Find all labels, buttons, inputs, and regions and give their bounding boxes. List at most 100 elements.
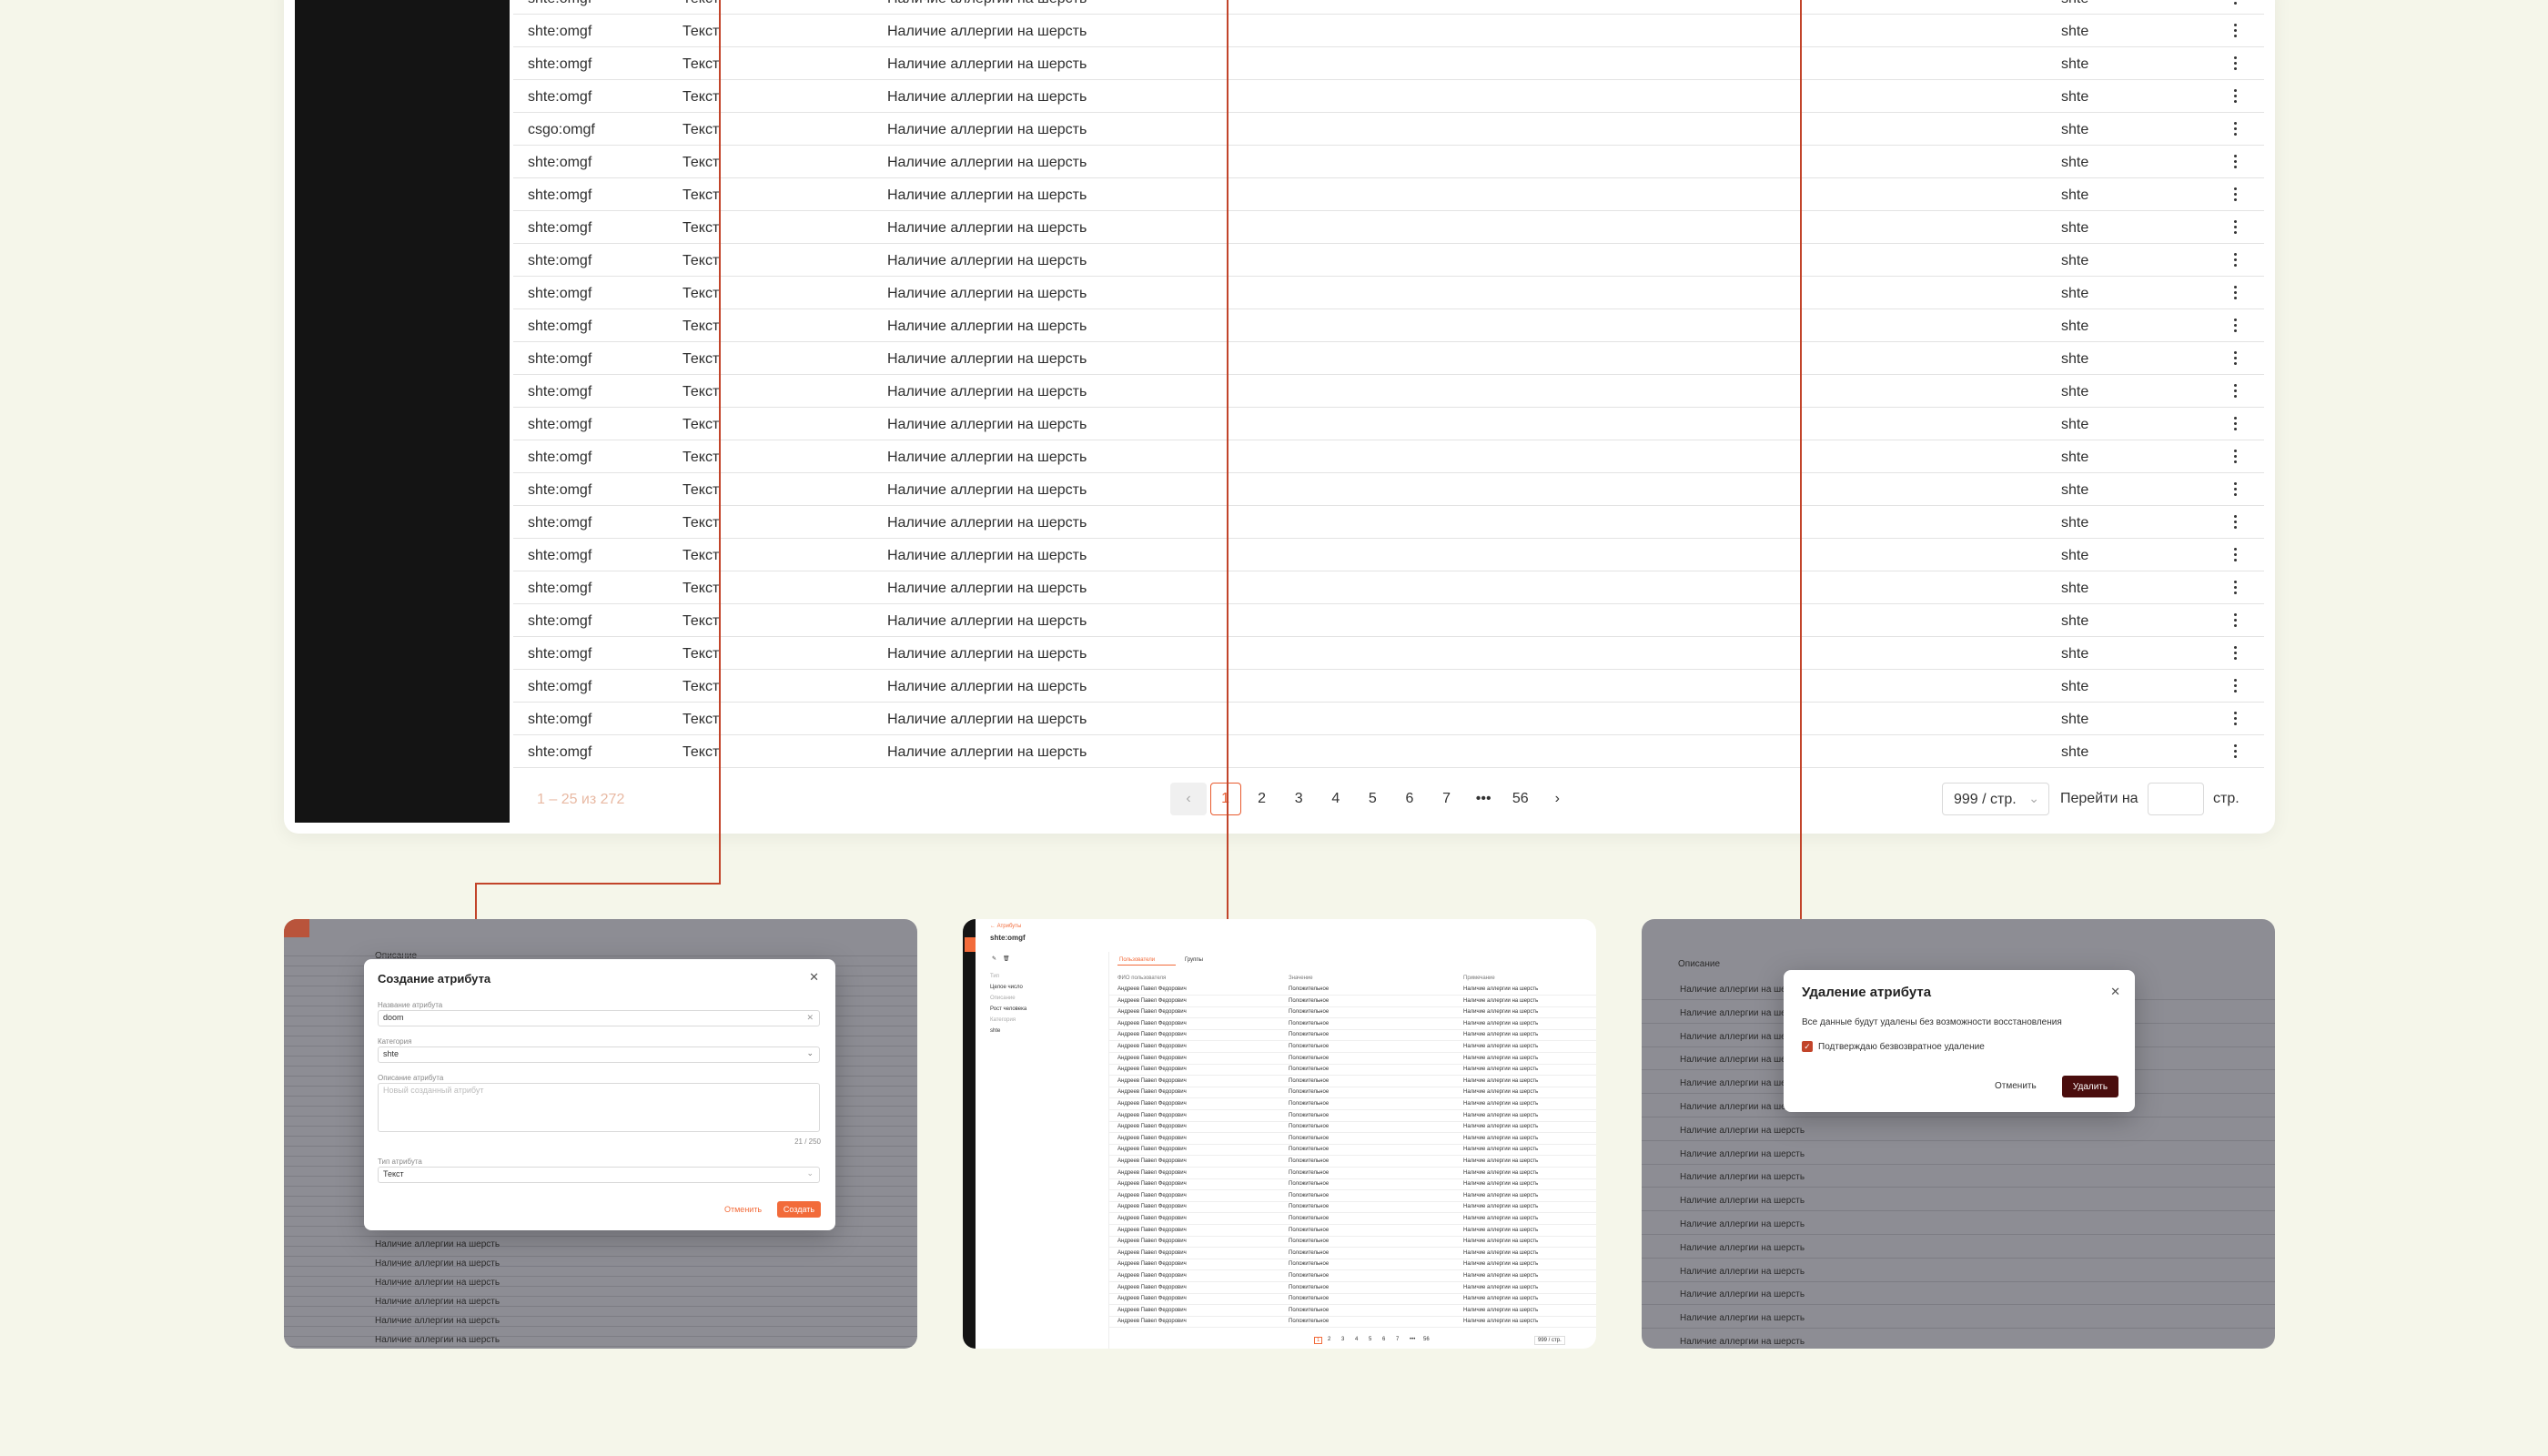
name-input[interactable]: doom ✕ (378, 1010, 820, 1026)
page-item[interactable]: 3 (1280, 783, 1317, 815)
table-row[interactable]: shte:omgf Текст Наличие аллергии на шерсть… (513, 473, 2264, 506)
page-item[interactable]: 56 (1502, 783, 1539, 815)
mini-page-item[interactable]: 5 (1369, 1337, 1371, 1342)
tab-users[interactable]: Пользователи (1119, 957, 1155, 963)
more-vertical-icon[interactable] (2226, 641, 2244, 664)
table-row[interactable]: shte:omgf Текст Наличие аллергии на шерсть… (513, 408, 2264, 440)
more-vertical-icon[interactable] (2226, 542, 2244, 566)
name-value: doom (383, 1013, 404, 1022)
more-vertical-icon[interactable] (2226, 673, 2244, 697)
more-vertical-icon[interactable] (2226, 0, 2244, 9)
more-vertical-icon[interactable] (2226, 510, 2244, 533)
row-name: Андреев Павел Федорович (1117, 1296, 1187, 1302)
row-note: Наличие аллергии на шерсть (1463, 1055, 1539, 1061)
mini-page-item[interactable]: 6 (1382, 1337, 1385, 1342)
cell-type: Текст (682, 318, 720, 334)
mini-page-item[interactable]: 3 (1341, 1337, 1344, 1342)
table-row[interactable]: shte:omgf Текст Наличие аллергии на шерсть… (513, 735, 2264, 768)
cell-code: shte:omgf (528, 712, 592, 727)
category-select[interactable]: shte ⌄ (378, 1046, 820, 1063)
page-item[interactable]: 4 (1318, 783, 1354, 815)
page-item[interactable]: 6 (1391, 783, 1428, 815)
description-textarea[interactable]: Новый созданный атрибут (378, 1083, 820, 1132)
table-row[interactable]: shte:omgf Текст Наличие аллергии на шерсть… (513, 604, 2264, 637)
mini-page-item[interactable]: 4 (1355, 1337, 1358, 1342)
table-row[interactable]: shte:omgf Текст Наличие аллергии на шерсть… (513, 571, 2264, 604)
cell-description: Наличие аллергии на шерсть (887, 220, 1087, 236)
more-vertical-icon[interactable] (2226, 182, 2244, 206)
table-row[interactable]: shte:omgf Текст Наличие аллергии на шерсть… (513, 0, 2264, 15)
more-vertical-icon[interactable] (2226, 248, 2244, 271)
prev-page-icon[interactable]: ‹ (1170, 783, 1207, 815)
confirm-checkbox[interactable]: ✓ (1802, 1041, 1813, 1052)
more-vertical-icon[interactable] (2226, 608, 2244, 632)
delete-icon[interactable]: 🗑 (1003, 956, 1010, 962)
delete-button[interactable]: Удалить (2062, 1076, 2118, 1097)
table-row[interactable]: shte:omgf Текст Наличие аллергии на шерсть… (513, 637, 2264, 670)
more-vertical-icon[interactable] (2226, 116, 2244, 140)
table-row[interactable]: shte:omgf Текст Наличие аллергии на шерсть… (513, 375, 2264, 408)
modal-title: Создание атрибута (378, 972, 491, 986)
page-item[interactable]: 1 (1209, 783, 1241, 815)
type-select[interactable]: Текст ⌄ (378, 1167, 820, 1183)
back-link[interactable]: ← Атрибуты (990, 924, 1021, 929)
more-vertical-icon[interactable] (2226, 313, 2244, 337)
edit-icon[interactable]: ✎ (992, 956, 996, 962)
more-vertical-icon[interactable] (2226, 477, 2244, 500)
more-vertical-icon[interactable] (2226, 739, 2244, 763)
table-row[interactable]: shte:omgf Текст Наличие аллергии на шерсть… (513, 506, 2264, 539)
more-vertical-icon[interactable] (2226, 575, 2244, 599)
more-vertical-icon[interactable] (2226, 444, 2244, 468)
table-row[interactable]: csgo:omgf Текст Наличие аллергии на шерсть… (513, 113, 2264, 146)
goto-page-input[interactable] (2148, 783, 2204, 815)
more-vertical-icon[interactable] (2226, 84, 2244, 107)
page-item[interactable]: 7 (1429, 783, 1465, 815)
row-value: Положительное (1289, 997, 1330, 1004)
mini-page-item[interactable]: 1 (1314, 1337, 1323, 1344)
tab-groups[interactable]: Группы (1185, 957, 1203, 963)
table-row[interactable]: shte:omgf Текст Наличие аллергии на шерсть… (513, 670, 2264, 703)
side-field-label: Описание (990, 996, 1016, 1001)
page-item[interactable]: 5 (1354, 783, 1390, 815)
row-name: Андреев Павел Федорович (1117, 1101, 1187, 1107)
more-vertical-icon[interactable] (2226, 280, 2244, 304)
cancel-button[interactable]: Отменить (1995, 1081, 2037, 1091)
clear-icon[interactable]: ✕ (806, 1013, 814, 1023)
table-row[interactable]: shte:omgf Текст Наличие аллергии на шерсть… (513, 146, 2264, 178)
close-icon[interactable]: ✕ (2110, 985, 2120, 999)
table-row[interactable]: shte:omgf Текст Наличие аллергии на шерсть… (513, 211, 2264, 244)
page-size-select[interactable]: 999 / стр. ⌄ (1942, 783, 2049, 815)
table-row[interactable]: shte:omgf Текст Наличие аллергии на шерсть… (513, 440, 2264, 473)
table-row[interactable]: shte:omgf Текст Наличие аллергии на шерсть… (513, 178, 2264, 211)
create-button[interactable]: Создать (777, 1201, 821, 1218)
mini-page-item[interactable]: 2 (1328, 1337, 1330, 1342)
mini-page-item[interactable]: 7 (1396, 1337, 1399, 1342)
table-row[interactable]: shte:omgf Текст Наличие аллергии на шерсть… (513, 277, 2264, 309)
table-row[interactable]: shte:omgf Текст Наличие аллергии на шерсть… (513, 309, 2264, 342)
close-icon[interactable]: ✕ (809, 970, 819, 985)
bg-row-text: Наличие аллергии на шерсть (1680, 1313, 1805, 1324)
more-vertical-icon[interactable] (2226, 346, 2244, 369)
mini-page-item[interactable]: 56 (1423, 1337, 1430, 1342)
more-vertical-icon[interactable] (2226, 149, 2244, 173)
table-row[interactable]: shte:omgf Текст Наличие аллергии на шерсть… (513, 47, 2264, 80)
table-row[interactable]: shte:omgf Текст Наличие аллергии на шерсть… (513, 703, 2264, 735)
divider (1642, 1257, 2275, 1259)
next-page-icon[interactable]: › (1539, 783, 1575, 815)
more-vertical-icon[interactable] (2226, 411, 2244, 435)
table-row[interactable]: shte:omgf Текст Наличие аллергии на шерсть… (513, 244, 2264, 277)
table-row[interactable]: shte:omgf Текст Наличие аллергии на шерсть… (513, 80, 2264, 113)
cancel-button[interactable]: Отменить (724, 1205, 762, 1214)
more-vertical-icon[interactable] (2226, 379, 2244, 402)
table-row[interactable]: shte:omgf Текст Наличие аллергии на шерсть… (513, 342, 2264, 375)
mini-page-item[interactable]: ••• (1410, 1337, 1415, 1342)
page-size-select[interactable]: 999 / стр. (1534, 1336, 1565, 1345)
table-row[interactable]: shte:omgf Текст Наличие аллергии на шерсть… (513, 15, 2264, 47)
page-item[interactable]: 2 (1244, 783, 1280, 815)
table-row[interactable]: shte:omgf Текст Наличие аллергии на шерсть… (513, 539, 2264, 571)
more-vertical-icon[interactable] (2226, 51, 2244, 75)
more-vertical-icon[interactable] (2226, 706, 2244, 730)
more-vertical-icon[interactable] (2226, 215, 2244, 238)
more-vertical-icon[interactable] (2226, 18, 2244, 42)
page-item[interactable]: ••• (1465, 783, 1502, 815)
